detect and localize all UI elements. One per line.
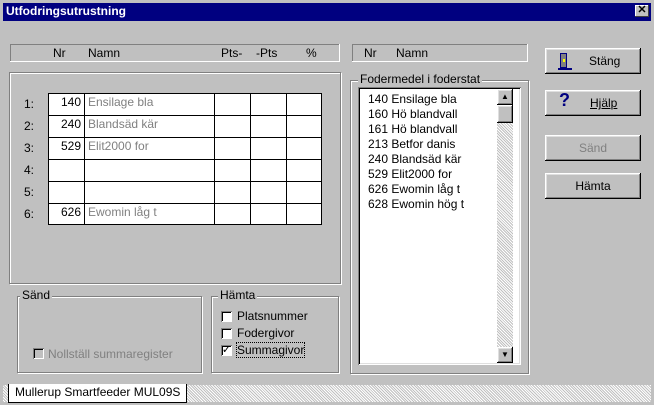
- tab-mullerup[interactable]: Mullerup Smartfeeder MUL09S: [8, 384, 188, 403]
- list-item[interactable]: 628 Ewomin hög t: [368, 197, 464, 212]
- list-item[interactable]: 140 Ensilage bla: [368, 92, 464, 107]
- cell-pts-plus[interactable]: [215, 204, 251, 225]
- cell-nr[interactable]: 240: [49, 116, 85, 138]
- cell-pts-minus[interactable]: [251, 116, 287, 138]
- cell-pts-plus[interactable]: [215, 94, 251, 116]
- scroll-thumb[interactable]: [497, 105, 513, 123]
- help-label: Hjälp: [590, 96, 618, 110]
- cell-pts-plus[interactable]: [215, 160, 251, 182]
- close-dialog-label: Stäng: [589, 54, 621, 68]
- cell-pts-plus[interactable]: [215, 138, 251, 160]
- list-header-namn: Namn: [396, 46, 429, 60]
- header-namn: Namn: [88, 46, 121, 60]
- reset-register-checkbox[interactable]: [33, 348, 44, 359]
- cell-pts-plus[interactable]: [215, 116, 251, 138]
- list-header: Nr Namn: [352, 44, 528, 62]
- cell-nr[interactable]: 529: [49, 138, 85, 160]
- send-label: Sänd: [578, 141, 608, 155]
- cell-pts-minus[interactable]: [251, 204, 287, 225]
- cell-nr[interactable]: 626: [49, 204, 85, 225]
- cell-pts-minus[interactable]: [251, 94, 287, 116]
- cell-namn[interactable]: Ensilage bla: [85, 94, 215, 116]
- scroll-up-button[interactable]: ▲: [497, 89, 513, 105]
- fodermedel-label: Fodermedel i foderstat: [358, 72, 483, 86]
- window-title: Utfodringsutrustning: [6, 4, 126, 18]
- cell-pts-minus[interactable]: [251, 138, 287, 160]
- cell-percent[interactable]: [287, 160, 322, 182]
- row-label-3: 3:: [24, 141, 35, 155]
- row-label-6: 6:: [24, 207, 35, 221]
- cell-percent[interactable]: [287, 182, 322, 204]
- platsnummer-label[interactable]: Platsnummer: [237, 309, 308, 323]
- cell-nr[interactable]: 140: [49, 94, 85, 116]
- row-label-1: 1:: [24, 97, 35, 111]
- cell-namn[interactable]: [85, 160, 215, 182]
- summagivor-label[interactable]: Summagivor: [235, 342, 306, 358]
- cell-percent[interactable]: [287, 116, 322, 138]
- cell-pts-plus[interactable]: [215, 182, 251, 204]
- list-item[interactable]: 161 Hö blandvall: [368, 122, 464, 137]
- placement-grid: 140 Ensilage bla 240 Blandsäd kär 529 El…: [48, 93, 322, 225]
- cell-percent[interactable]: [287, 94, 322, 116]
- list-item[interactable]: 626 Ewomin låg t: [368, 182, 464, 197]
- row-label-4: 4:: [24, 163, 35, 177]
- list-header-nr: Nr: [364, 46, 377, 60]
- help-button[interactable]: ? Hjälp: [545, 90, 641, 116]
- cell-namn[interactable]: Elit2000 for: [85, 138, 215, 160]
- list-item[interactable]: 160 Hö blandvall: [368, 107, 464, 122]
- cell-nr[interactable]: [49, 182, 85, 204]
- fetch-label: Hämta: [575, 179, 611, 193]
- door-exit-icon: [558, 53, 572, 70]
- cell-pts-minus[interactable]: [251, 160, 287, 182]
- close-button[interactable]: ✕: [635, 5, 649, 17]
- hamta-group-label: Hämta: [218, 288, 258, 302]
- table-header: Nr Namn Pts- -Pts %: [10, 44, 340, 62]
- header-pts-plus: Pts-: [221, 46, 243, 60]
- summagivor-checkbox[interactable]: ✓: [221, 345, 232, 356]
- fodermedel-listbox[interactable]: 140 Ensilage bla 160 Hö blandvall 161 Hö…: [358, 87, 521, 365]
- send-button[interactable]: Sänd: [545, 135, 641, 161]
- cell-percent[interactable]: [287, 138, 322, 160]
- header-nr: Nr: [53, 46, 66, 60]
- scroll-down-button[interactable]: ▼: [497, 347, 513, 363]
- close-dialog-button[interactable]: Stäng: [545, 48, 641, 74]
- list-item[interactable]: 240 Blandsäd kär: [368, 152, 464, 167]
- fodergivor-label[interactable]: Fodergivor: [237, 326, 294, 340]
- cell-pts-minus[interactable]: [251, 182, 287, 204]
- cell-namn[interactable]: [85, 182, 215, 204]
- cell-namn[interactable]: Ewomin låg t: [85, 204, 215, 225]
- cell-percent[interactable]: [287, 204, 322, 225]
- title-bar: Utfodringsutrustning ✕: [3, 3, 651, 21]
- fodergivor-checkbox[interactable]: [221, 328, 232, 339]
- list-item[interactable]: 529 Elit2000 for: [368, 167, 464, 182]
- reset-register-label[interactable]: Nollställ summaregister: [48, 347, 173, 361]
- row-label-5: 5:: [24, 185, 35, 199]
- dialog-window: Utfodringsutrustning ✕ Nr Namn Pts- -Pts…: [0, 0, 654, 405]
- question-icon: ?: [559, 90, 570, 110]
- header-percent: %: [306, 46, 317, 60]
- fetch-button[interactable]: Hämta: [545, 173, 641, 199]
- fodermedel-list: 140 Ensilage bla 160 Hö blandvall 161 Hö…: [368, 92, 464, 212]
- list-item[interactable]: 213 Betfor danis: [368, 137, 464, 152]
- cell-namn[interactable]: Blandsäd kär: [85, 116, 215, 138]
- cell-nr[interactable]: [49, 160, 85, 182]
- row-label-2: 2:: [24, 119, 35, 133]
- list-scrollbar[interactable]: ▲ ▼: [497, 89, 513, 363]
- sand-group-label: Sänd: [20, 288, 53, 302]
- header-pts-minus: -Pts: [256, 46, 278, 60]
- platsnummer-checkbox[interactable]: [221, 311, 232, 322]
- sand-group: [17, 296, 202, 373]
